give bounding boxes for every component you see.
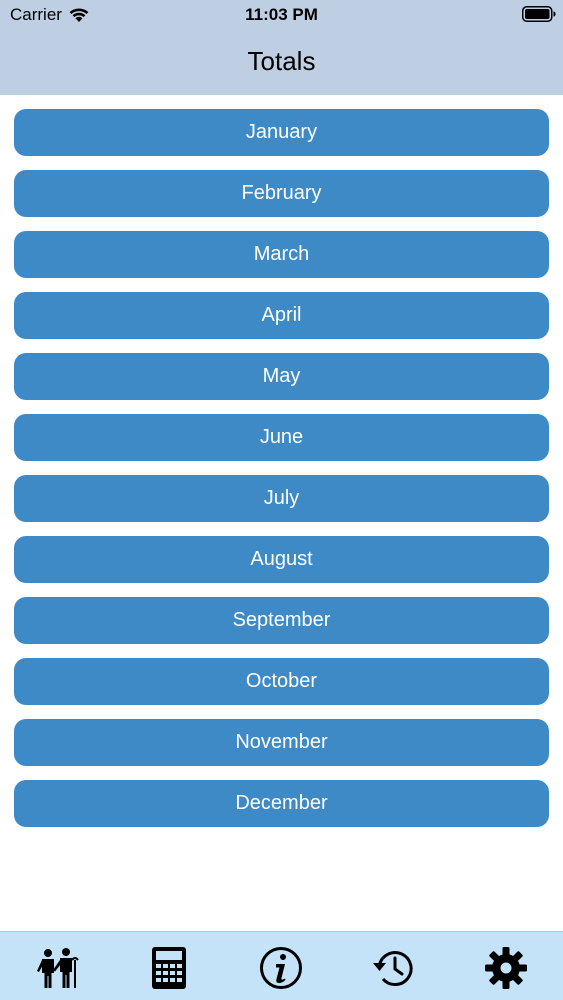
tab-info[interactable] xyxy=(257,944,305,992)
month-button-february[interactable]: February xyxy=(14,170,549,217)
tab-history[interactable] xyxy=(370,944,418,992)
month-button-april[interactable]: April xyxy=(14,292,549,339)
history-icon xyxy=(373,951,413,987)
info-icon xyxy=(260,947,302,989)
calculator-icon xyxy=(152,947,186,989)
gear-icon xyxy=(485,947,527,989)
tab-settings[interactable] xyxy=(482,944,530,992)
tab-bar xyxy=(0,931,563,1000)
tab-people[interactable] xyxy=(34,944,82,992)
month-button-march[interactable]: March xyxy=(14,231,549,278)
month-button-july[interactable]: July xyxy=(14,475,549,522)
battery-icon xyxy=(522,6,556,22)
page-title: Totals xyxy=(247,46,316,76)
month-list: January February March April May June Ju… xyxy=(14,109,549,841)
tab-calculator[interactable] xyxy=(145,944,193,992)
month-button-august[interactable]: August xyxy=(14,536,549,583)
status-time: 11:03 PM xyxy=(245,5,318,24)
month-button-june[interactable]: June xyxy=(14,414,549,461)
people-icon xyxy=(37,948,79,988)
month-button-january[interactable]: January xyxy=(14,109,549,156)
month-button-december[interactable]: December xyxy=(14,780,549,827)
month-button-october[interactable]: October xyxy=(14,658,549,705)
status-bar: Carrier 11:03 PM xyxy=(0,0,563,30)
month-button-may[interactable]: May xyxy=(14,353,549,400)
month-button-september[interactable]: September xyxy=(14,597,549,644)
month-button-november[interactable]: November xyxy=(14,719,549,766)
header: Carrier 11:03 PM Totals xyxy=(0,0,563,95)
